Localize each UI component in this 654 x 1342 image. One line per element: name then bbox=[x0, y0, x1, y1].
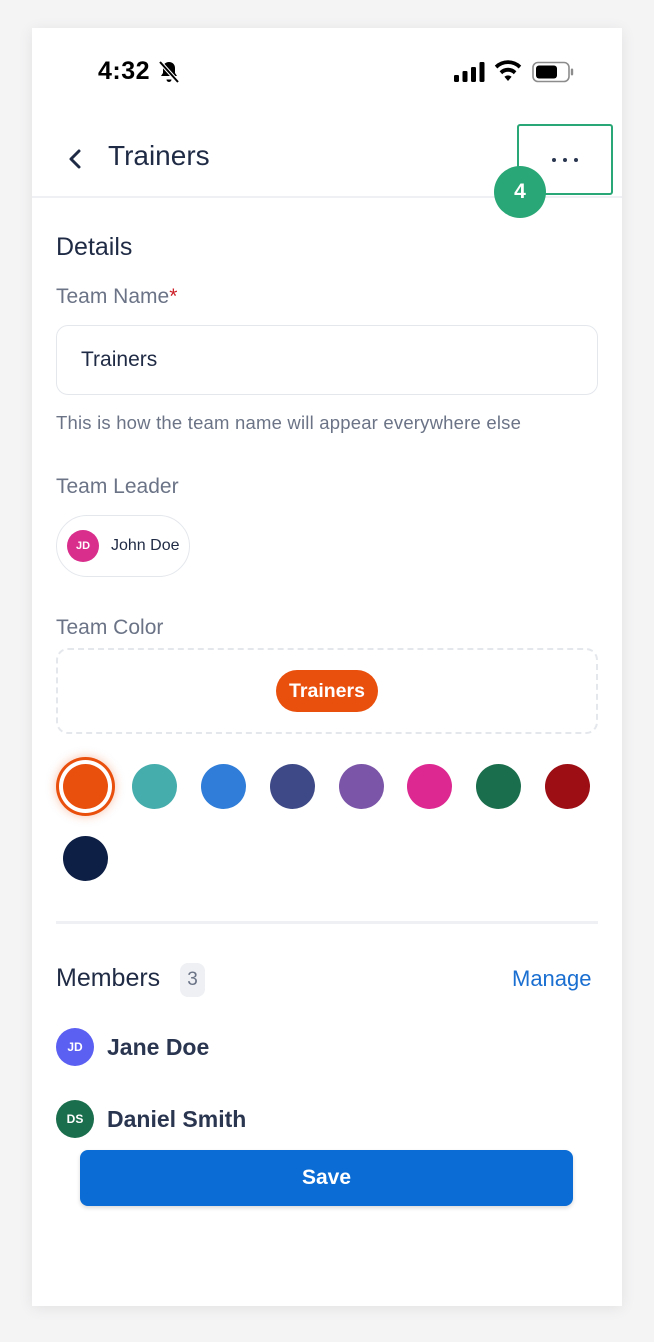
list-item[interactable]: JD Jane Doe bbox=[56, 1028, 209, 1066]
phone-screen: 4:32 Trainers 4 Details Team Name* Train… bbox=[32, 28, 622, 1306]
ellipsis-icon bbox=[552, 157, 578, 162]
color-swatch-orange[interactable] bbox=[63, 764, 108, 809]
team-name-label: Team Name* bbox=[56, 285, 177, 309]
team-name-helper-text: This is how the team name will appear ev… bbox=[56, 412, 522, 433]
color-swatch-teal[interactable] bbox=[132, 764, 177, 809]
cellular-signal-icon bbox=[454, 62, 485, 82]
members-count-badge: 3 bbox=[180, 963, 205, 997]
save-button[interactable]: Save bbox=[80, 1150, 573, 1206]
battery-icon bbox=[532, 61, 574, 83]
team-name-label-text: Team Name bbox=[56, 285, 170, 308]
page-title: Trainers bbox=[108, 140, 210, 171]
color-swatch-blue[interactable] bbox=[201, 764, 246, 809]
details-section-title: Details bbox=[56, 233, 133, 261]
step-number-badge: 4 bbox=[494, 166, 546, 218]
team-color-preview: Trainers bbox=[56, 648, 598, 734]
bell-slash-icon bbox=[158, 60, 180, 84]
avatar: JD bbox=[56, 1028, 94, 1066]
member-name: Jane Doe bbox=[107, 1033, 210, 1060]
team-leader-label: Team Leader bbox=[56, 475, 179, 498]
list-item[interactable]: DS Daniel Smith bbox=[56, 1100, 246, 1138]
section-divider bbox=[56, 921, 598, 924]
wifi-icon bbox=[494, 60, 522, 81]
color-swatch-pink[interactable] bbox=[407, 764, 452, 809]
color-swatch-indigo[interactable] bbox=[270, 764, 315, 809]
team-name-input[interactable] bbox=[56, 325, 598, 395]
status-time: 4:32 bbox=[98, 57, 151, 85]
members-section-title: Members bbox=[56, 964, 161, 992]
color-swatch-purple[interactable] bbox=[339, 764, 384, 809]
manage-members-link[interactable]: Manage bbox=[512, 966, 592, 992]
chevron-left-icon[interactable] bbox=[60, 142, 90, 176]
status-bar: 4:32 bbox=[32, 28, 622, 118]
team-leader-name: John Doe bbox=[111, 537, 180, 554]
color-swatch-crimson[interactable] bbox=[545, 764, 590, 809]
color-swatch-green[interactable] bbox=[476, 764, 521, 809]
avatar: DS bbox=[56, 1100, 94, 1138]
member-name: Daniel Smith bbox=[107, 1105, 247, 1132]
team-color-preview-pill: Trainers bbox=[276, 670, 378, 712]
color-swatch-navy[interactable] bbox=[63, 836, 108, 881]
team-color-label: Team Color bbox=[56, 616, 164, 639]
required-marker: * bbox=[169, 285, 178, 308]
team-leader-chip[interactable]: JD John Doe bbox=[56, 515, 190, 577]
avatar: JD bbox=[67, 530, 99, 562]
